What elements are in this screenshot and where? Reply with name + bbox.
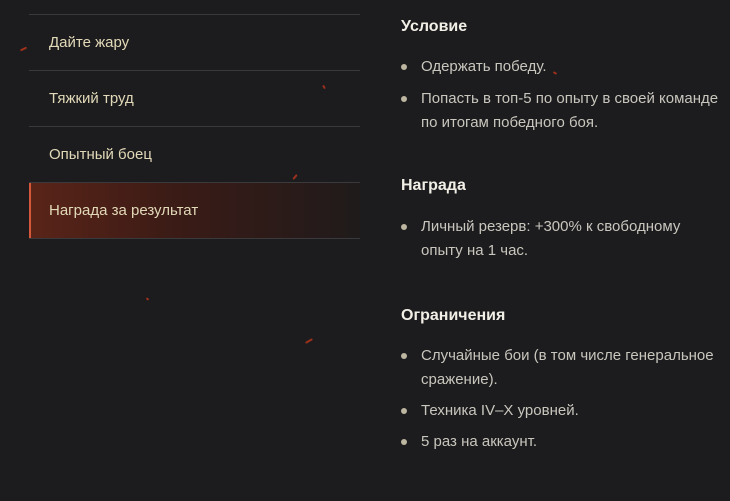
- reward-list: Личный резерв: +300% к свободному опыту …: [401, 215, 721, 263]
- list-item: 5 раз на аккаунт.: [401, 430, 721, 454]
- bullet-icon: [401, 408, 407, 414]
- bullet-icon: [401, 439, 407, 445]
- condition-title: Условие: [401, 18, 468, 35]
- list-item: Случайные бои (в том числе генеральное с…: [401, 344, 721, 392]
- list-item-text: 5 раз на аккаунт.: [421, 433, 537, 450]
- condition-section: Условие Одержать победу. Попасть в топ-5…: [401, 16, 721, 135]
- menu-item-nagrada-za-rezultat[interactable]: Награда за результат: [29, 183, 360, 239]
- achievement-details: Условие Одержать победу. Попасть в топ-5…: [401, 16, 721, 454]
- bullet-icon: [401, 64, 407, 70]
- list-item: Одержать победу.: [401, 55, 721, 79]
- menu-item-tyazhkiy-trud[interactable]: Тяжкий труд: [29, 71, 360, 127]
- list-item: Попасть в топ-5 по опыту в своей команде…: [401, 87, 721, 135]
- achievements-menu: Дайте жару Тяжкий труд Опытный боец Нагр…: [29, 14, 360, 239]
- bullet-icon: [401, 96, 407, 102]
- list-item: Личный резерв: +300% к свободному опыту …: [401, 215, 721, 263]
- restrictions-list: Случайные бои (в том числе генеральное с…: [401, 344, 721, 454]
- list-item-text: Попасть в топ-5 по опыту в своей команде…: [421, 90, 719, 131]
- menu-item-opytnyy-boets[interactable]: Опытный боец: [29, 127, 360, 183]
- restrictions-title: Ограничения: [401, 307, 506, 324]
- bullet-icon: [401, 224, 407, 230]
- condition-list: Одержать победу. Попасть в топ-5 по опыт…: [401, 55, 721, 135]
- ember-spark: [145, 297, 150, 301]
- menu-item-dayte-zharu[interactable]: Дайте жару: [29, 15, 360, 71]
- list-item-text: Случайные бои (в том числе генеральное с…: [421, 347, 714, 388]
- ember-spark: [19, 46, 28, 52]
- ember-spark: [305, 338, 313, 344]
- list-item-text: Техника IV–X уровней.: [421, 402, 579, 419]
- reward-section: Награда Личный резерв: +300% к свободном…: [401, 175, 721, 263]
- restrictions-section: Ограничения Случайные бои (в том числе г…: [401, 305, 721, 454]
- bullet-icon: [401, 353, 407, 359]
- list-item-text: Личный резерв: +300% к свободному опыту …: [421, 218, 681, 259]
- reward-title: Награда: [401, 177, 466, 194]
- list-item-text: Одержать победу.: [421, 58, 547, 75]
- list-item: Техника IV–X уровней.: [401, 399, 721, 423]
